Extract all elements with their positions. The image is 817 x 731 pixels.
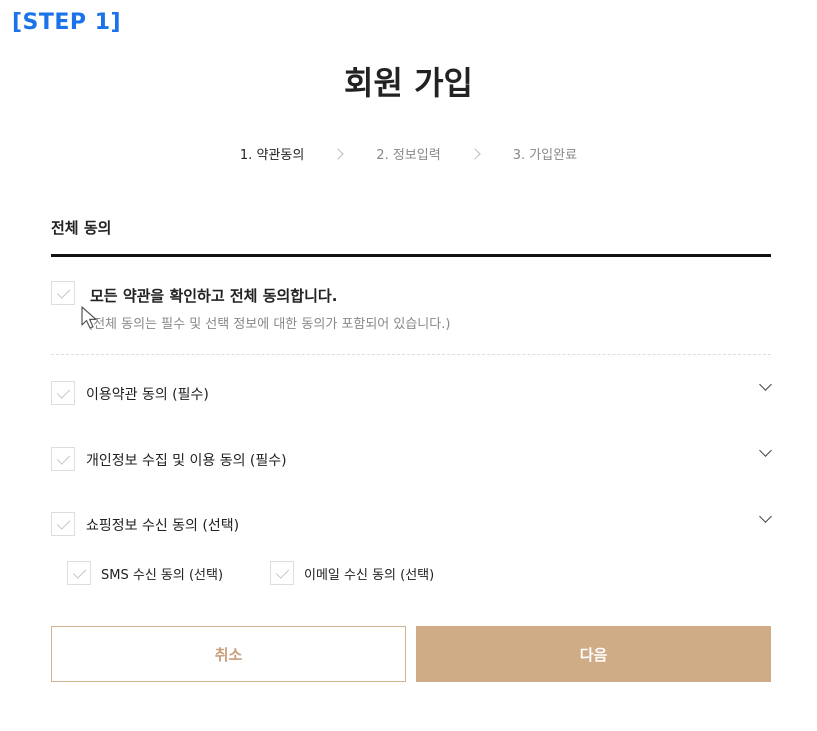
chevron-right-icon: [332, 147, 344, 160]
dashed-divider: [51, 354, 771, 355]
email-consent-label[interactable]: 이메일 수신 동의 (선택): [304, 564, 434, 583]
chevron-down-icon[interactable]: [759, 444, 772, 457]
step-progress: 1. 약관동의 2. 정보입력 3. 가입완료: [0, 144, 817, 163]
privacy-consent-checkbox[interactable]: [51, 447, 75, 471]
step-tag: [STEP 1]: [12, 10, 122, 35]
mouse-pointer-icon: [81, 306, 97, 329]
cancel-button[interactable]: 취소: [51, 626, 406, 682]
agree-all-description: (전체 동의는 필수 및 선택 정보에 대한 동의가 포함되어 있습니다.): [88, 317, 451, 332]
agree-all-checkbox[interactable]: [51, 281, 75, 305]
chevron-right-icon: [469, 147, 481, 160]
marketing-consent-label[interactable]: 쇼핑정보 수신 동의 (선택): [86, 515, 239, 535]
marketing-consent-checkbox[interactable]: [51, 512, 75, 536]
chevron-down-icon[interactable]: [759, 378, 772, 391]
privacy-consent-label[interactable]: 개인정보 수집 및 이용 동의 (필수): [86, 450, 287, 470]
step-1-label: 1. 약관동의: [239, 148, 305, 163]
sms-consent-checkbox[interactable]: [67, 561, 91, 585]
chevron-down-icon[interactable]: [759, 510, 772, 523]
section-divider: [51, 254, 771, 257]
section-title: 전체 동의: [51, 219, 112, 237]
step-2-label: 2. 정보입력: [376, 148, 441, 163]
step-3-label: 3. 가입완료: [512, 148, 578, 163]
agree-all-label[interactable]: 모든 약관을 확인하고 전체 동의합니다.: [90, 285, 337, 306]
terms-of-use-checkbox[interactable]: [51, 381, 75, 405]
sms-consent-label[interactable]: SMS 수신 동의 (선택): [101, 564, 223, 583]
terms-of-use-label[interactable]: 이용약관 동의 (필수): [86, 384, 209, 404]
next-button[interactable]: 다음: [416, 626, 771, 682]
email-consent-checkbox[interactable]: [270, 561, 294, 585]
page-title: 회원 가입: [344, 64, 473, 102]
